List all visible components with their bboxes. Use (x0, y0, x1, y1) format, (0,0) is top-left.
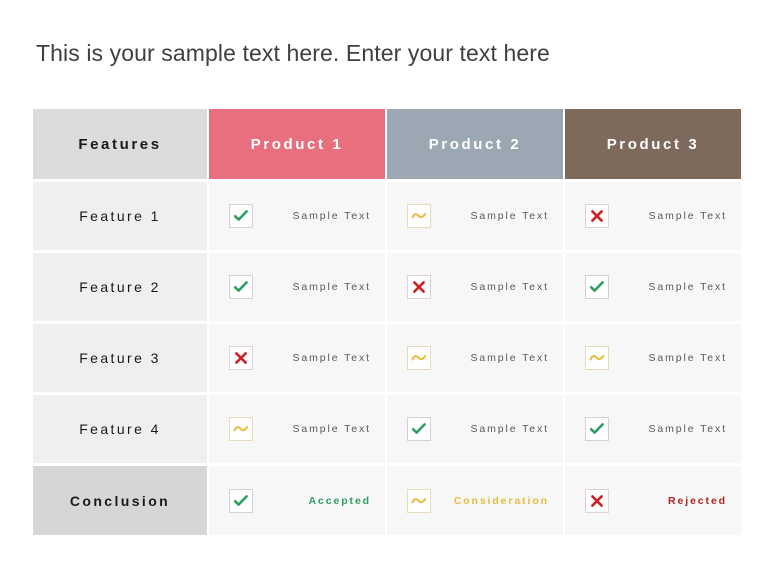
value-cell-product-1: Accepted (209, 466, 385, 535)
value-cell-product-1: Sample Text (209, 182, 385, 250)
value-text: Sample Text (648, 423, 727, 435)
row-label-cell: Conclusion (33, 466, 207, 535)
value-cell-product-3: Sample Text (565, 253, 741, 321)
row-label: Feature 4 (79, 421, 161, 437)
value-cell-product-2: Sample Text (387, 395, 563, 463)
value-cell-product-2: Sample Text (387, 253, 563, 321)
value-cell-product-1: Sample Text (209, 395, 385, 463)
header-cell-product-2: Product 2 (387, 109, 563, 179)
value-cell-product-3: Rejected (565, 466, 741, 535)
table-row: Feature 4 Sample Text Sample Text Sample Te… (33, 395, 741, 463)
page-title: This is your sample text here. Enter you… (36, 40, 550, 66)
check-icon (229, 488, 253, 513)
row-label-cell: Feature 2 (33, 253, 207, 321)
value-text: Sample Text (648, 210, 727, 222)
cross-icon (585, 488, 609, 513)
header-label-product-1: Product 1 (250, 135, 344, 153)
value-cell-product-3: Sample Text (565, 182, 741, 250)
value-cell-product-1: Sample Text (209, 253, 385, 321)
value-text: Accepted (308, 494, 371, 507)
tilde-icon (407, 204, 431, 228)
check-icon (407, 417, 431, 441)
value-cell-product-2: Consideration (387, 466, 563, 535)
header-cell-product-1: Product 1 (209, 109, 385, 179)
table-header-row: Features Product 1 Product 2 Product 3 (33, 109, 741, 179)
cross-icon (407, 275, 431, 299)
check-icon (585, 417, 609, 441)
header-label-product-2: Product 2 (428, 135, 522, 153)
value-text: Sample Text (470, 352, 549, 364)
value-text: Sample Text (292, 352, 371, 364)
value-text: Sample Text (648, 352, 727, 364)
tilde-icon (229, 417, 253, 441)
header-cell-features: Features (33, 109, 207, 179)
comparison-table-slide: This is your sample text here. Enter you… (0, 0, 768, 576)
value-text: Sample Text (292, 210, 371, 222)
row-label: Feature 1 (79, 208, 161, 224)
tilde-icon (585, 346, 609, 370)
value-cell-product-3: Sample Text (565, 324, 741, 392)
row-label: Conclusion (69, 492, 171, 509)
value-text: Sample Text (648, 281, 727, 293)
value-cell-product-3: Sample Text (565, 395, 741, 463)
row-label: Feature 3 (79, 350, 161, 366)
value-cell-product-1: Sample Text (209, 324, 385, 392)
row-label-cell: Feature 4 (33, 395, 207, 463)
cross-icon (229, 346, 253, 370)
row-label-cell: Feature 3 (33, 324, 207, 392)
table-row: Feature 2 Sample Text Sample Text Sample Te… (33, 253, 741, 321)
header-label-features: Features (78, 135, 162, 153)
value-text: Sample Text (292, 281, 371, 293)
value-text: Sample Text (470, 423, 549, 435)
header-label-product-3: Product 3 (606, 135, 700, 153)
value-text: Sample Text (470, 281, 549, 293)
table-row: Feature 1 Sample Text Sample Text Sample Te… (33, 182, 741, 250)
value-text: Sample Text (292, 423, 371, 435)
value-cell-product-2: Sample Text (387, 324, 563, 392)
check-icon (229, 204, 253, 228)
value-text: Rejected (668, 494, 727, 507)
table-row: Conclusion Accepted Consideration Rejected (33, 466, 741, 535)
header-cell-product-3: Product 3 (565, 109, 741, 179)
row-label: Feature 2 (79, 279, 161, 295)
check-icon (585, 275, 609, 299)
tilde-icon (407, 488, 431, 513)
tilde-icon (407, 346, 431, 370)
value-cell-product-2: Sample Text (387, 182, 563, 250)
row-label-cell: Feature 1 (33, 182, 207, 250)
value-text: Sample Text (470, 210, 549, 222)
comparison-table: Features Product 1 Product 2 Product 3 F… (33, 109, 741, 535)
value-text: Consideration (453, 494, 549, 507)
table-row: Feature 3 Sample Text Sample Text Sample Te… (33, 324, 741, 392)
cross-icon (585, 204, 609, 228)
check-icon (229, 275, 253, 299)
